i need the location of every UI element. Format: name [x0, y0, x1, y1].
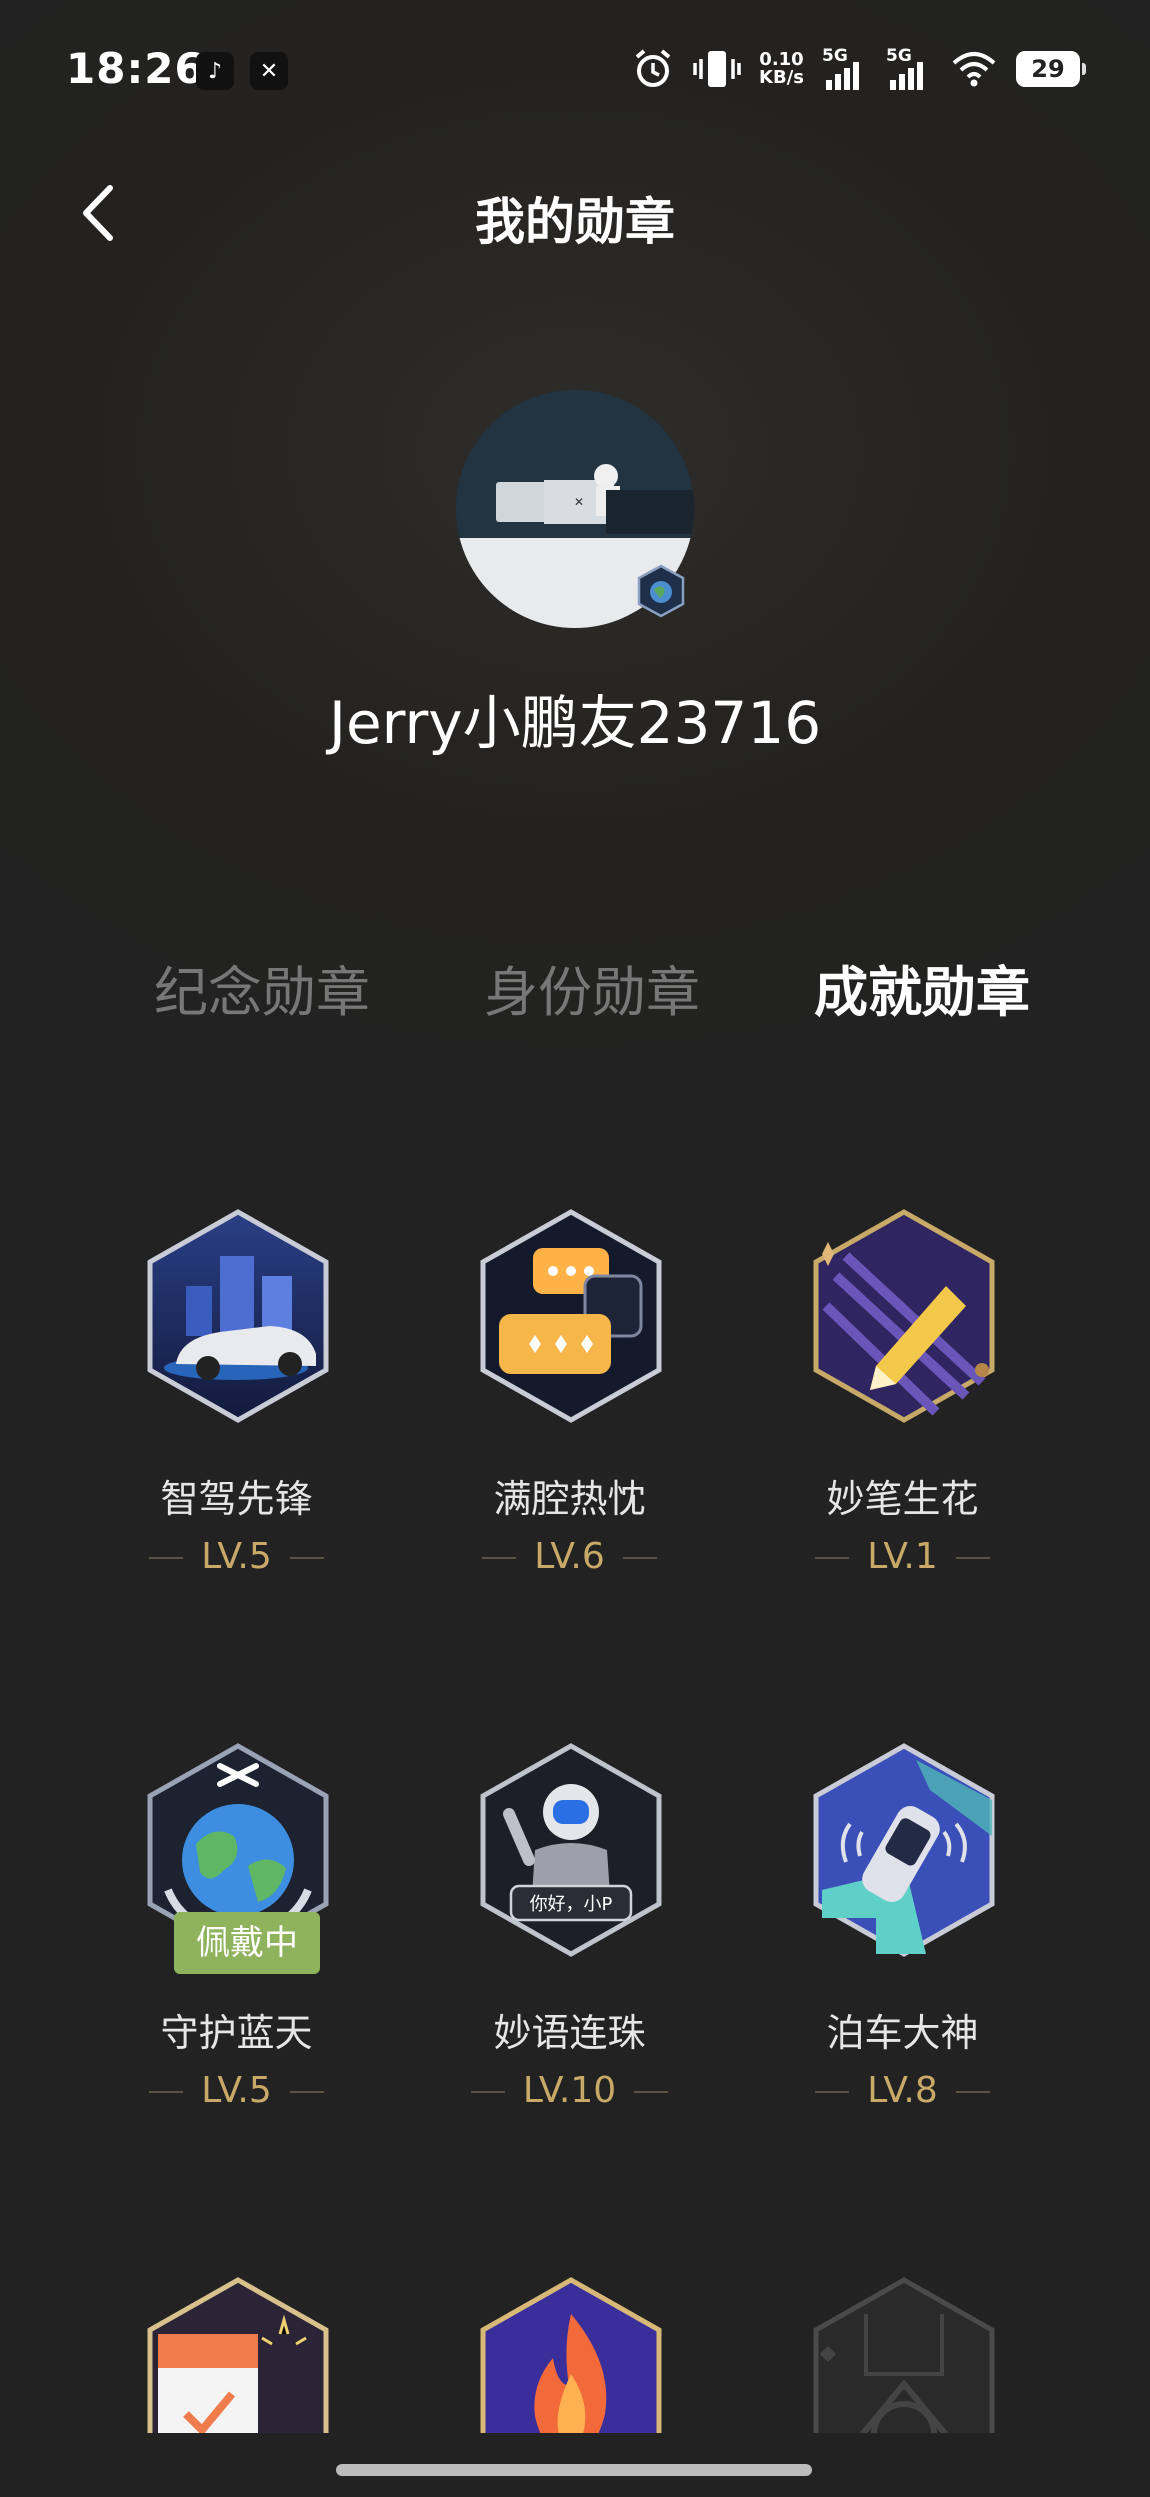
signal-icon: 5G: [886, 46, 932, 92]
wearing-badge-icon: [637, 564, 685, 618]
badge-item[interactable]: 泊车大神 LV.8: [736, 1740, 1069, 2160]
vibrate-icon: [693, 51, 741, 87]
badge-name: 妙笔生花: [826, 1477, 979, 1521]
badge-level: LV.5: [70, 2070, 403, 2111]
badge-item[interactable]: 妙笔生花 LV.1: [736, 1206, 1069, 1626]
status-right-group: 0.10 KB/s 5G 5G 29: [631, 46, 1086, 92]
badge-level: LV.8: [736, 2070, 1069, 2111]
alarm-icon: [635, 49, 671, 87]
autopilot-car-badge-icon: [147, 1209, 329, 1423]
badge-tabs: 纪念勋章 身份勋章 成就勋章: [0, 948, 1150, 1028]
badge-item[interactable]: [403, 2274, 736, 2491]
badge-item[interactable]: 佩戴中 守护蓝天 LV.5: [70, 1740, 403, 2160]
wifi-icon: [952, 52, 996, 87]
tab-identity[interactable]: 身份勋章: [484, 948, 700, 1027]
net-speed: 0.10 KB/s: [759, 51, 804, 87]
badge-name: 满腔热忱: [493, 1477, 646, 1521]
page-title: 我的勋章: [475, 193, 675, 251]
badge-level: LV.6: [403, 1536, 736, 1577]
badge-item[interactable]: [70, 2274, 403, 2491]
tiktok-icon: ♪: [196, 52, 234, 90]
status-time: 18:26: [66, 44, 205, 93]
battery-indicator: 29: [1016, 51, 1086, 87]
chat-bubbles-badge-icon: [480, 1209, 662, 1423]
home-indicator[interactable]: [336, 2464, 812, 2476]
tab-achievement[interactable]: 成就勋章: [814, 948, 1030, 1027]
badge-name: 泊车大神: [826, 2011, 979, 2055]
pencil-badge-icon: [813, 1209, 995, 1423]
badge-name: 妙语连珠: [493, 2011, 646, 2055]
status-bar: 18:26 ♪ ✕ 0.10 KB/s 5G 5G 29: [0, 0, 1150, 150]
net-speed-unit: KB/s: [759, 67, 804, 88]
tab-commemorative[interactable]: 纪念勋章: [154, 948, 370, 1027]
parking-badge-icon: [813, 1743, 995, 1957]
signal-icon: 5G: [822, 46, 868, 92]
badge-item[interactable]: 你好，小P 妙语连珠 LV.10: [403, 1740, 736, 2160]
username: Jerry小鹏友23716: [328, 689, 822, 757]
badge-item: [736, 2274, 1069, 2491]
badge-item[interactable]: 满腔热忱 LV.6: [403, 1206, 736, 1626]
wearing-tag: 佩戴中: [174, 1912, 320, 1974]
badge-level: LV.10: [403, 2070, 736, 2111]
badge-level: LV.1: [736, 1536, 1069, 1577]
badge-item[interactable]: 智驾先锋 LV.5: [70, 1206, 403, 1626]
xpeng-icon: ✕: [250, 52, 288, 90]
voice-assistant-badge-icon: 你好，小P: [480, 1743, 662, 1957]
svg-text:✕: ✕: [574, 495, 584, 509]
badge-name: 智驾先锋: [160, 1477, 313, 1521]
badge-level: LV.5: [70, 1536, 403, 1577]
badge-name: 守护蓝天: [160, 2011, 313, 2055]
voice-screen-text: 你好，小P: [530, 1894, 613, 1915]
